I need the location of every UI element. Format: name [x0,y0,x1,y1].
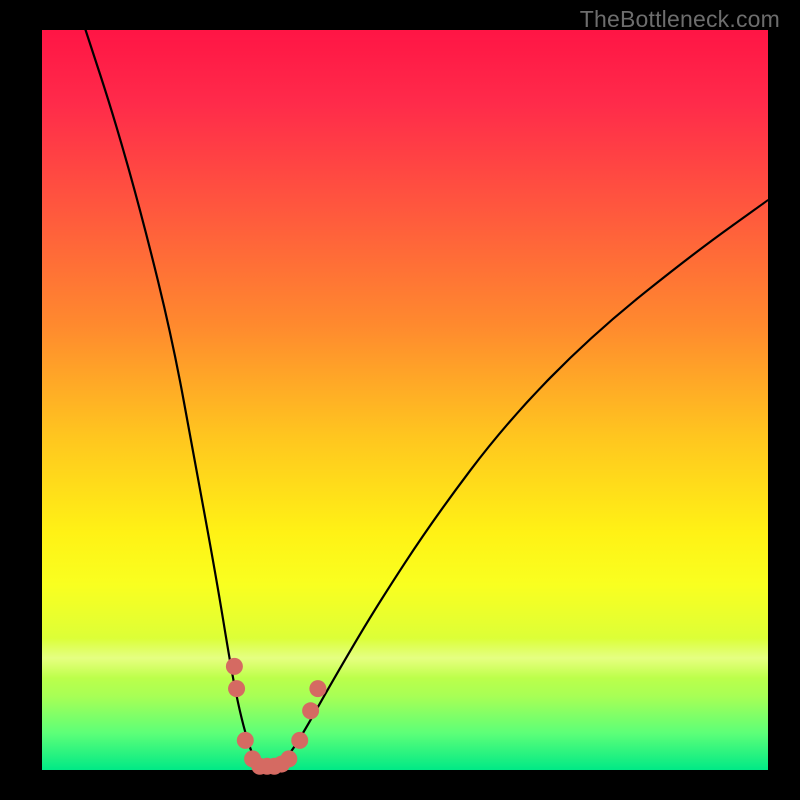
sample-dot [291,732,308,749]
curve-layer [42,30,768,770]
bottleneck-curve [86,30,768,770]
sample-dot [302,702,319,719]
sample-dot [226,658,243,675]
watermark-text: TheBottleneck.com [580,6,780,33]
sample-dot [280,750,297,767]
sample-dot [228,680,245,697]
sample-dot [309,680,326,697]
sample-dot [237,732,254,749]
chart-container: TheBottleneck.com [0,0,800,800]
plot-area [42,30,768,770]
